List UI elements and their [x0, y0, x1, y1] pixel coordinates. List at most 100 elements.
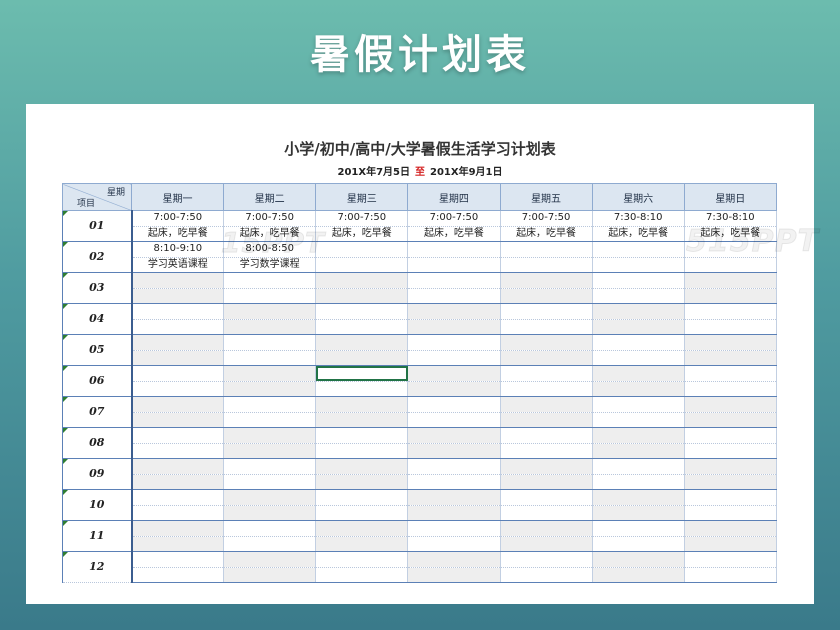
- schedule-cell[interactable]: [683, 334, 777, 351]
- schedule-cell[interactable]: [683, 520, 777, 537]
- schedule-cell[interactable]: [499, 288, 593, 304]
- schedule-cell[interactable]: [130, 396, 225, 413]
- schedule-cell[interactable]: [130, 288, 225, 304]
- schedule-cell[interactable]: [591, 319, 685, 335]
- row-label[interactable]: 05: [62, 334, 133, 366]
- schedule-cell[interactable]: [407, 272, 501, 289]
- schedule-cell[interactable]: [130, 427, 225, 444]
- schedule-cell[interactable]: [683, 567, 777, 583]
- schedule-cell[interactable]: [683, 427, 777, 444]
- schedule-cell[interactable]: [223, 520, 317, 537]
- schedule-cell[interactable]: 学习数学课程: [223, 257, 317, 273]
- schedule-cell[interactable]: [499, 474, 593, 490]
- schedule-cell[interactable]: 7:30-8:10: [591, 210, 685, 227]
- schedule-cell[interactable]: [591, 396, 685, 413]
- schedule-cell[interactable]: [591, 567, 685, 583]
- schedule-cell[interactable]: [499, 427, 593, 444]
- row-label[interactable]: 01: [62, 210, 133, 242]
- schedule-cell[interactable]: [223, 319, 317, 335]
- schedule-cell[interactable]: [499, 536, 593, 552]
- schedule-cell[interactable]: [591, 427, 685, 444]
- schedule-cell[interactable]: [683, 474, 777, 490]
- schedule-cell[interactable]: [499, 489, 593, 506]
- schedule-cell[interactable]: 起床，吃早餐: [407, 226, 501, 242]
- schedule-cell[interactable]: [130, 350, 225, 366]
- schedule-cell[interactable]: [315, 458, 409, 475]
- schedule-cell[interactable]: 起床，吃早餐: [591, 226, 685, 242]
- schedule-cell[interactable]: [499, 272, 593, 289]
- schedule-cell[interactable]: [591, 536, 685, 552]
- schedule-cell[interactable]: [223, 365, 317, 382]
- schedule-cell[interactable]: [315, 257, 409, 273]
- selected-cell[interactable]: [315, 365, 409, 382]
- row-label[interactable]: 08: [62, 427, 133, 459]
- schedule-cell[interactable]: 7:00-7:50: [499, 210, 593, 227]
- schedule-cell[interactable]: [223, 396, 317, 413]
- schedule-cell[interactable]: [407, 474, 501, 490]
- schedule-cell[interactable]: [223, 381, 317, 397]
- schedule-cell[interactable]: [315, 350, 409, 366]
- schedule-cell[interactable]: [683, 272, 777, 289]
- schedule-cell[interactable]: [591, 272, 685, 289]
- schedule-cell[interactable]: [683, 505, 777, 521]
- schedule-cell[interactable]: [407, 365, 501, 382]
- schedule-cell[interactable]: [683, 458, 777, 475]
- schedule-cell[interactable]: [683, 365, 777, 382]
- schedule-cell[interactable]: [315, 272, 409, 289]
- schedule-cell[interactable]: 7:00-7:50: [407, 210, 501, 227]
- schedule-cell[interactable]: [315, 303, 409, 320]
- schedule-cell[interactable]: [591, 288, 685, 304]
- schedule-cell[interactable]: [407, 567, 501, 583]
- schedule-cell[interactable]: [407, 241, 501, 258]
- schedule-cell[interactable]: 学习英语课程: [130, 257, 225, 273]
- schedule-cell[interactable]: [499, 257, 593, 273]
- schedule-cell[interactable]: [499, 350, 593, 366]
- schedule-cell[interactable]: [130, 551, 225, 568]
- schedule-cell[interactable]: [315, 241, 409, 258]
- schedule-cell[interactable]: [315, 505, 409, 521]
- schedule-cell[interactable]: [315, 319, 409, 335]
- schedule-cell[interactable]: [591, 520, 685, 537]
- schedule-cell[interactable]: [407, 536, 501, 552]
- schedule-cell[interactable]: [223, 350, 317, 366]
- schedule-cell[interactable]: [130, 520, 225, 537]
- schedule-cell[interactable]: 起床，吃早餐: [499, 226, 593, 242]
- schedule-cell[interactable]: [130, 443, 225, 459]
- schedule-cell[interactable]: [407, 303, 501, 320]
- schedule-cell[interactable]: [407, 319, 501, 335]
- schedule-cell[interactable]: [683, 489, 777, 506]
- schedule-cell[interactable]: [683, 396, 777, 413]
- schedule-cell[interactable]: [499, 241, 593, 258]
- schedule-cell[interactable]: [130, 381, 225, 397]
- day-header[interactable]: 星期三: [315, 183, 409, 211]
- schedule-cell[interactable]: [499, 443, 593, 459]
- schedule-cell[interactable]: [223, 427, 317, 444]
- schedule-cell[interactable]: [499, 551, 593, 568]
- schedule-cell[interactable]: [499, 319, 593, 335]
- schedule-cell[interactable]: [591, 334, 685, 351]
- schedule-cell[interactable]: [315, 443, 409, 459]
- schedule-cell[interactable]: [130, 489, 225, 506]
- schedule-cell[interactable]: [223, 334, 317, 351]
- schedule-cell[interactable]: 7:00-7:50: [315, 210, 409, 227]
- schedule-cell[interactable]: [499, 365, 593, 382]
- schedule-cell[interactable]: [683, 551, 777, 568]
- schedule-cell[interactable]: [315, 551, 409, 568]
- schedule-cell[interactable]: [407, 427, 501, 444]
- day-header[interactable]: 星期四: [407, 183, 501, 211]
- schedule-cell[interactable]: [223, 288, 317, 304]
- schedule-cell[interactable]: [130, 319, 225, 335]
- schedule-cell[interactable]: [499, 567, 593, 583]
- schedule-cell[interactable]: [130, 505, 225, 521]
- row-label[interactable]: 12: [62, 551, 133, 583]
- schedule-cell[interactable]: [591, 412, 685, 428]
- schedule-cell[interactable]: 7:00-7:50: [130, 210, 225, 227]
- schedule-cell[interactable]: [315, 520, 409, 537]
- schedule-cell[interactable]: [499, 396, 593, 413]
- schedule-cell[interactable]: [407, 443, 501, 459]
- schedule-cell[interactable]: [591, 303, 685, 320]
- schedule-cell[interactable]: [223, 272, 317, 289]
- row-label[interactable]: 07: [62, 396, 133, 428]
- schedule-cell[interactable]: [130, 474, 225, 490]
- schedule-cell[interactable]: [407, 288, 501, 304]
